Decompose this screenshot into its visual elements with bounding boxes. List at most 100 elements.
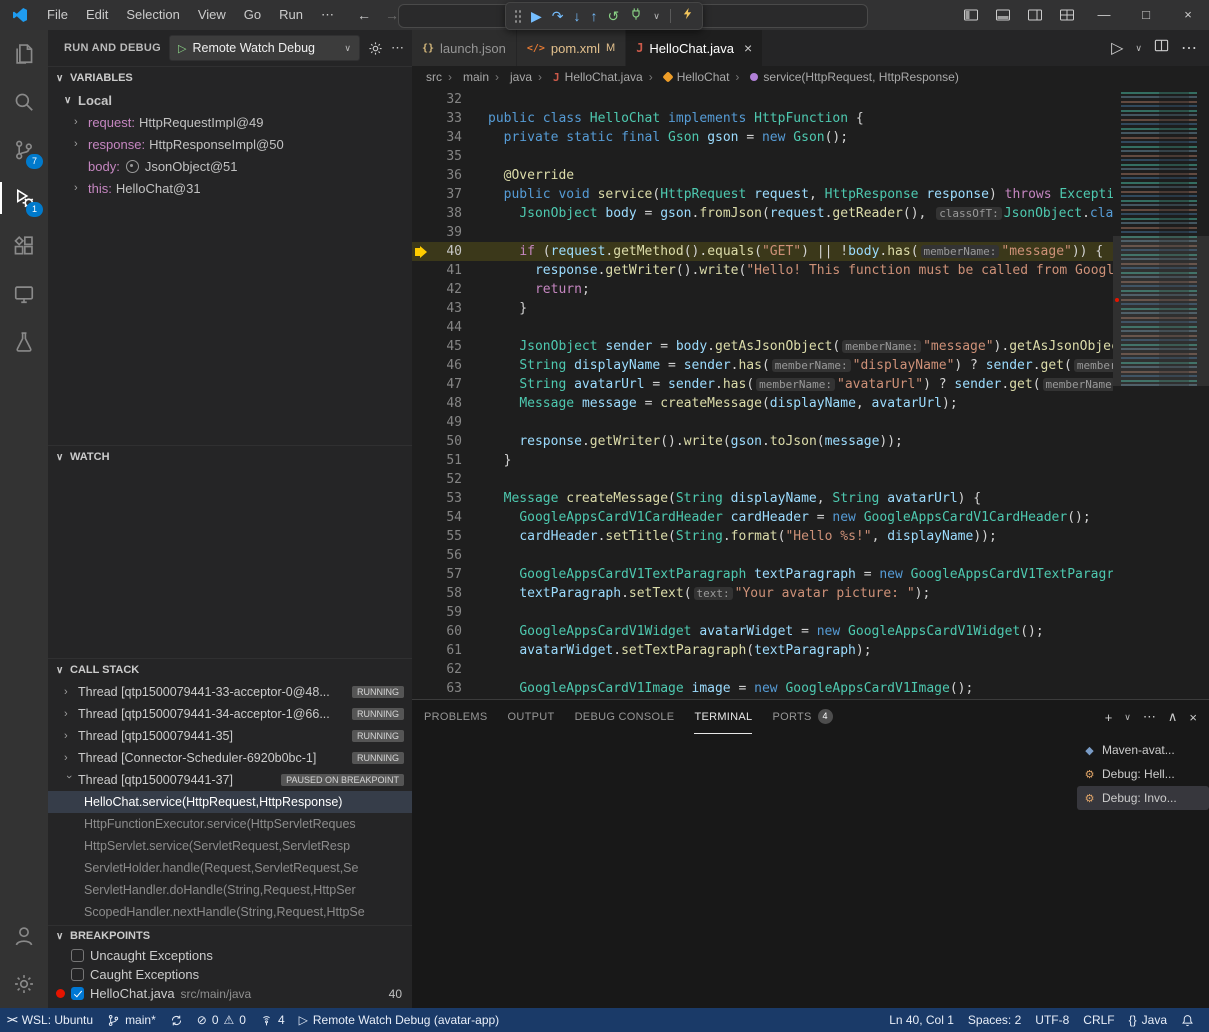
minimap[interactable] [1113,88,1209,699]
code-line[interactable]: 61 avatarWidget.setTextParagraph(textPar… [412,641,1209,660]
breadcrumb-item[interactable]: main [442,70,489,84]
debug-restart-icon[interactable]: ↺ [608,3,620,29]
code-line[interactable]: 55 cardHeader.setTitle(String.format("He… [412,527,1209,546]
split-editor-icon[interactable] [1154,38,1169,58]
call-stack-row[interactable]: HttpFunctionExecutor.service(HttpServlet… [48,813,412,835]
code-editor[interactable]: 32 33 public class HelloChat implements … [412,88,1209,699]
line-number[interactable]: 53 [428,489,462,508]
maximize-panel-icon[interactable]: ∧ [1168,709,1178,725]
menu-item[interactable]: File [38,0,77,30]
line-number[interactable]: 62 [428,660,462,679]
call-stack-row[interactable]: ScopedHandler.nextHandle(String,Request,… [48,901,412,923]
terminal-session-item[interactable]: ◆ Maven-avat... [1077,738,1209,762]
terminal-session-item[interactable]: ⚙ Debug: Hell... [1077,762,1209,786]
panel-tab[interactable]: PORTS 4 [772,700,832,734]
breakpoints-header[interactable]: ∨ BREAKPOINTS [48,926,412,946]
breakpoint-row[interactable]: HelloChat.java src/main/java 40 [48,984,412,1003]
menu-item[interactable]: Selection [117,0,188,30]
thread-chevron-icon[interactable] [64,730,74,742]
code-line[interactable]: 42 return; [412,280,1209,299]
line-number[interactable]: 43 [428,299,462,318]
code-line[interactable]: 40 if (request.getMethod().equals("GET")… [412,242,1209,261]
editor-tab[interactable]: launch.json [412,30,517,66]
line-number[interactable]: 36 [428,166,462,185]
menu-item[interactable]: Edit [77,0,117,30]
debug-step-over-icon[interactable]: ↷ [552,3,564,29]
drag-handle-icon[interactable] [514,9,521,23]
code-line[interactable]: 36 @Override [412,166,1209,185]
panel-tab[interactable]: OUTPUT [508,700,555,734]
activity-source-control-icon[interactable]: 7 [0,126,48,174]
code-line[interactable]: 38 JsonObject body = gson.fromJson(reque… [412,204,1209,223]
breadcrumb-item[interactable]: src [426,70,442,84]
start-debug-icon[interactable]: ▷ [178,42,186,55]
expand-chevron-icon[interactable] [74,116,84,128]
terminal-output[interactable]: /grpc/grpc-context/1.27.2/grpc-context-1… [412,734,1077,1008]
code-line[interactable]: 54 GoogleAppsCardV1CardHeader cardHeader… [412,508,1209,527]
line-number[interactable]: 59 [428,603,462,622]
code-line[interactable]: 47 String avatarUrl = sender.has(memberN… [412,375,1209,394]
call-stack-header[interactable]: ∨ CALL STACK [48,659,412,681]
debug-continue-icon[interactable]: ▶ [531,3,542,29]
call-stack-row[interactable]: Thread [qtp1500079441-34-acceptor-1@66..… [48,703,412,725]
nav-back-icon[interactable]: ← [357,7,371,23]
code-line[interactable]: 63 GoogleAppsCardV1Image image = new Goo… [412,679,1209,698]
hot-code-replace-icon[interactable] [681,7,694,25]
editor-tab[interactable]: pom.xml M [517,30,626,66]
code-line[interactable]: 49 [412,413,1209,432]
line-number[interactable]: 38 [428,204,462,223]
line-number[interactable]: 48 [428,394,462,413]
line-number[interactable]: 58 [428,584,462,603]
nav-forward-icon[interactable]: → [385,7,399,23]
remote-indicator[interactable]: >< WSL: Ubuntu [0,1008,100,1032]
line-number[interactable]: 63 [428,679,462,698]
thread-chevron-icon[interactable] [64,708,74,720]
code-line[interactable]: 53 Message createMessage(String displayN… [412,489,1209,508]
code-line[interactable]: 59 [412,603,1209,622]
notifications-item[interactable] [1174,1008,1201,1032]
cursor-position-item[interactable]: Ln 40, Col 1 [882,1008,961,1032]
call-stack-row[interactable]: Thread [qtp1500079441-37] PAUSED ON BREA… [48,769,412,791]
line-number[interactable]: 37 [428,185,462,204]
line-number[interactable]: 52 [428,470,462,489]
call-stack-row[interactable]: HttpServlet.service(ServletRequest,Servl… [48,835,412,857]
watch-header[interactable]: ∨ WATCH [48,446,412,468]
line-number[interactable]: 42 [428,280,462,299]
indentation-item[interactable]: Spaces: 2 [961,1008,1028,1032]
line-number[interactable]: 49 [428,413,462,432]
menu-item[interactable]: View [189,0,235,30]
code-line[interactable]: 43 } [412,299,1209,318]
line-number[interactable]: 39 [428,223,462,242]
toggle-panel-icon[interactable] [995,7,1011,23]
code-line[interactable]: 37 public void service(HttpRequest reque… [412,185,1209,204]
variable-row[interactable]: response: HttpResponseImpl@50 [48,133,412,155]
code-line[interactable]: 46 String displayName = sender.has(membe… [412,356,1209,375]
line-number[interactable]: 56 [428,546,462,565]
code-line[interactable]: 35 [412,147,1209,166]
variables-header[interactable]: ∨ VARIABLES [48,67,412,89]
call-stack-row[interactable]: Thread [Connector-Scheduler-6920b0bc-1] … [48,747,412,769]
configure-gear-icon[interactable] [368,41,383,56]
debug-config-select[interactable]: ▷ Remote Watch Debug ∨ [169,35,360,61]
activity-run-debug-icon[interactable]: 1 [0,174,48,222]
thread-chevron-icon[interactable] [63,775,75,785]
expand-chevron-icon[interactable] [74,138,84,150]
minimap-slider[interactable] [1113,236,1209,386]
code-line[interactable]: 58 textParagraph.setText(text:"Your avat… [412,584,1209,603]
call-stack-row[interactable]: ServletHolder.handle(Request,ServletRequ… [48,857,412,879]
toggle-secondary-sidebar-icon[interactable] [1027,7,1043,23]
line-number[interactable]: 50 [428,432,462,451]
toggle-sidebar-icon[interactable] [963,7,979,23]
line-number[interactable]: 46 [428,356,462,375]
breadcrumb-item[interactable]: HelloChat.java [532,70,643,84]
thread-chevron-icon[interactable] [64,752,74,764]
code-line[interactable]: 57 GoogleAppsCardV1TextParagraph textPar… [412,565,1209,584]
line-number[interactable]: 61 [428,641,462,660]
breadcrumb-item[interactable]: HelloChat [643,70,730,84]
breakpoint-checkbox[interactable] [71,968,84,981]
line-number[interactable]: 40 [428,242,462,261]
run-dropdown-chevron-icon[interactable]: ∨ [1135,43,1142,54]
line-number[interactable]: 34 [428,128,462,147]
line-number[interactable]: 51 [428,451,462,470]
breakpoint-row[interactable]: Uncaught Exceptions [48,946,412,965]
